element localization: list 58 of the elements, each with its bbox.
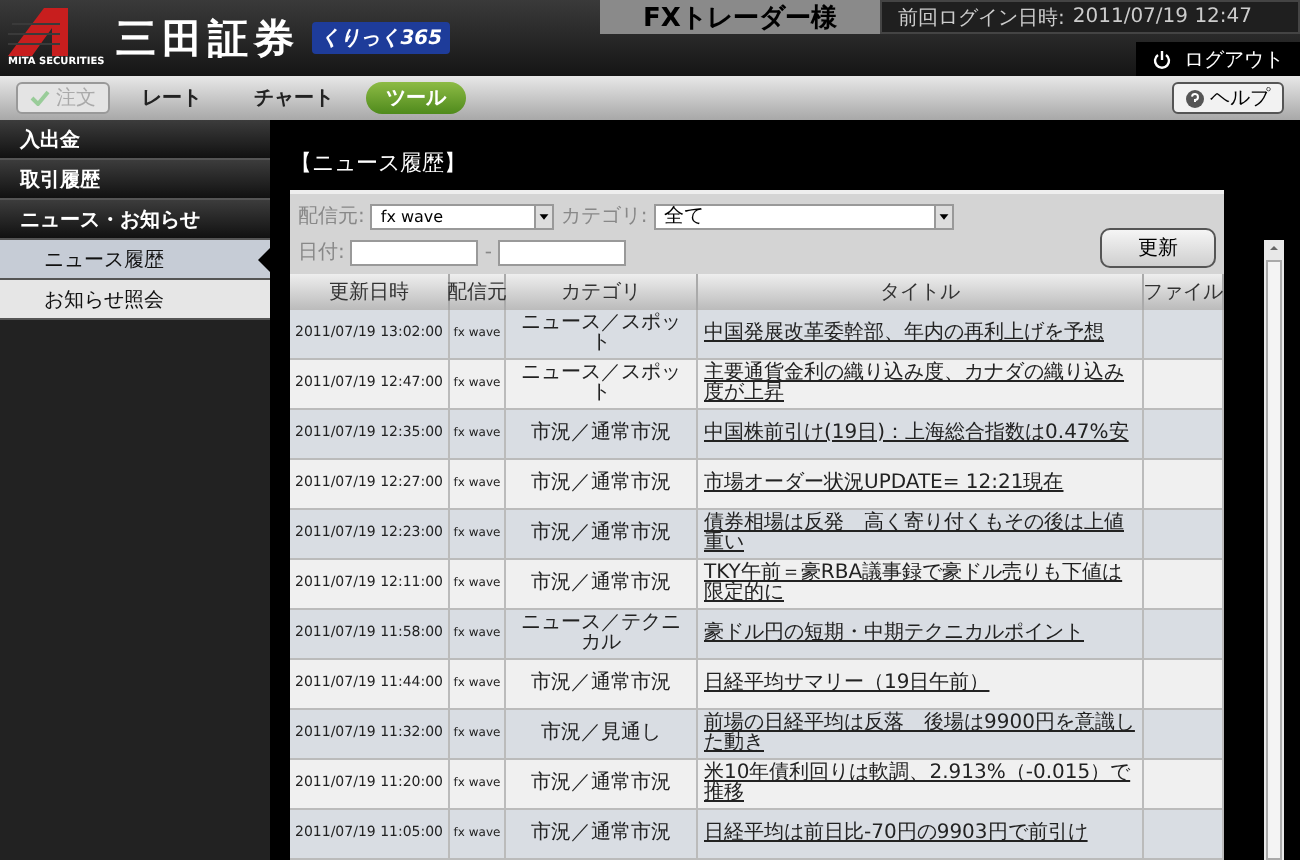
news-link[interactable]: TKY午前＝豪RBA議事録で豪ドル売りも下値は限定的に [704, 563, 1136, 605]
category-cell: ニュース／テクニカル [506, 610, 698, 660]
date-separator: - [484, 241, 492, 263]
nav-tab[interactable]: チャート [234, 82, 354, 114]
sidebar-item[interactable]: ニュース・お知らせ [0, 200, 270, 240]
category-cell: 市況／通常市況 [506, 510, 698, 560]
service-logo: くりっく365 [312, 22, 451, 54]
column-header: 配信元 [450, 274, 506, 310]
category-cell: 市況／見通し [506, 710, 698, 760]
news-link[interactable]: 豪ドル円の短期・中期テクニカルポイント [704, 623, 1084, 645]
date-to-field[interactable] [497, 239, 626, 265]
news-link[interactable]: 日経平均は前日比-70円の9903円で前引け [704, 823, 1088, 845]
news-link[interactable]: 市場オーダー状況UPDATE= 12:21現在 [704, 473, 1064, 495]
caret-icon [933, 205, 952, 227]
user-title: FXトレーダー様 [600, 0, 880, 34]
login-label: 前回ログイン日時: [898, 5, 1065, 31]
category-cell: 市況／通常市況 [506, 810, 698, 860]
category-cell: 市況／通常市況 [506, 410, 698, 460]
source-select[interactable]: fx wave [370, 203, 555, 229]
scrollbar[interactable] [1264, 240, 1284, 860]
category-label: カテゴリ: [560, 204, 648, 230]
question-icon [1186, 89, 1204, 107]
date-from-field[interactable] [350, 239, 479, 265]
refresh-button[interactable]: 更新 [1100, 228, 1216, 268]
news-link[interactable]: 中国発展改革委幹部、年内の再利上げを予想 [704, 323, 1104, 345]
logout-button[interactable]: ログアウト [1136, 42, 1300, 76]
category-cell: 市況／通常市況 [506, 460, 698, 510]
sidebar-item[interactable]: 入出金 [0, 120, 270, 160]
column-header: ファイル [1144, 274, 1224, 310]
help-button[interactable]: ヘルプ [1172, 82, 1284, 114]
category-cell: 市況／通常市況 [506, 760, 698, 810]
date-label: 日付: [298, 240, 345, 266]
news-link[interactable]: 日経平均サマリー（19日午前） [704, 673, 990, 695]
sidebar-item[interactable]: ニュース履歴 [0, 240, 270, 280]
check-icon [30, 90, 50, 106]
source-label: 配信元: [298, 204, 365, 230]
news-link[interactable]: 米10年債利回りは軟調、2.913%（-0.015）で推移 [704, 763, 1136, 805]
category-select[interactable]: 全て [653, 203, 954, 229]
sidebar-item[interactable]: 取引履歴 [0, 160, 270, 200]
column-header: タイトル [698, 274, 1144, 310]
caret-icon [534, 205, 553, 227]
power-icon [1152, 49, 1172, 69]
logo-name: 三田証券 [116, 11, 301, 65]
news-link[interactable]: 主要通貨金利の織り込み度、カナダの織り込み度が上昇 [704, 363, 1136, 405]
category-cell: 市況／通常市況 [506, 560, 698, 610]
category-cell: ニュース／スポット [506, 310, 698, 360]
scroll-up-icon [1266, 240, 1282, 256]
sidebar-item[interactable]: お知らせ照会 [0, 280, 270, 320]
category-cell: 市況／通常市況 [506, 660, 698, 710]
column-header: カテゴリ [506, 274, 698, 310]
news-link[interactable]: 債券相場は反発 高く寄り付くもその後は上値重い [704, 513, 1136, 555]
page-title: 【ニュース履歴】 [290, 148, 468, 180]
login-time: 2011/07/19 12:47 [1072, 6, 1253, 28]
news-link[interactable]: 前場の日経平均は反落 後場は9900円を意識した動き [704, 713, 1136, 755]
column-header: 更新日時 [290, 274, 450, 310]
news-link[interactable]: 中国株前引け(19日)：上海総合指数は0.47%安 [704, 423, 1129, 445]
category-cell: ニュース／スポット [506, 360, 698, 410]
nav-tab[interactable]: レート [122, 82, 222, 114]
